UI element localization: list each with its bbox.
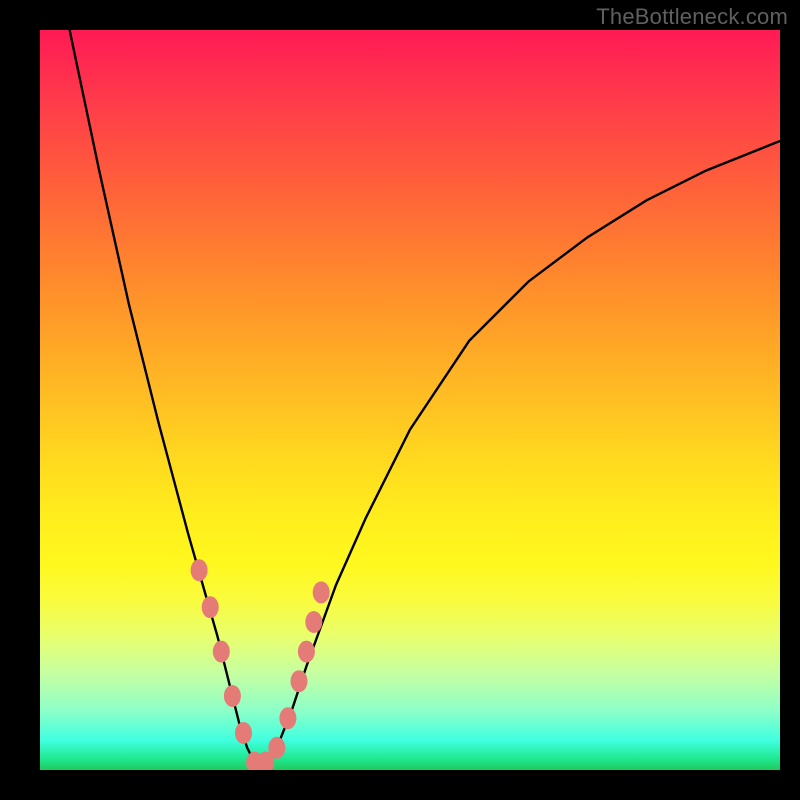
curve-layer — [40, 30, 780, 770]
plot-area — [40, 30, 780, 770]
highlight-dot — [202, 596, 219, 618]
chart-container: TheBottleneck.com — [0, 0, 800, 800]
highlight-dot — [298, 641, 315, 663]
highlight-dots — [191, 559, 330, 770]
highlight-dot — [305, 611, 322, 633]
highlight-dot — [268, 737, 285, 759]
highlight-dot — [224, 685, 241, 707]
highlight-dot — [191, 559, 208, 581]
highlight-dot — [235, 722, 252, 744]
highlight-dot — [291, 670, 308, 692]
watermark-text: TheBottleneck.com — [596, 4, 788, 30]
bottleneck-curve — [70, 30, 780, 770]
highlight-dot — [313, 581, 330, 603]
highlight-dot — [279, 707, 296, 729]
highlight-dot — [213, 641, 230, 663]
